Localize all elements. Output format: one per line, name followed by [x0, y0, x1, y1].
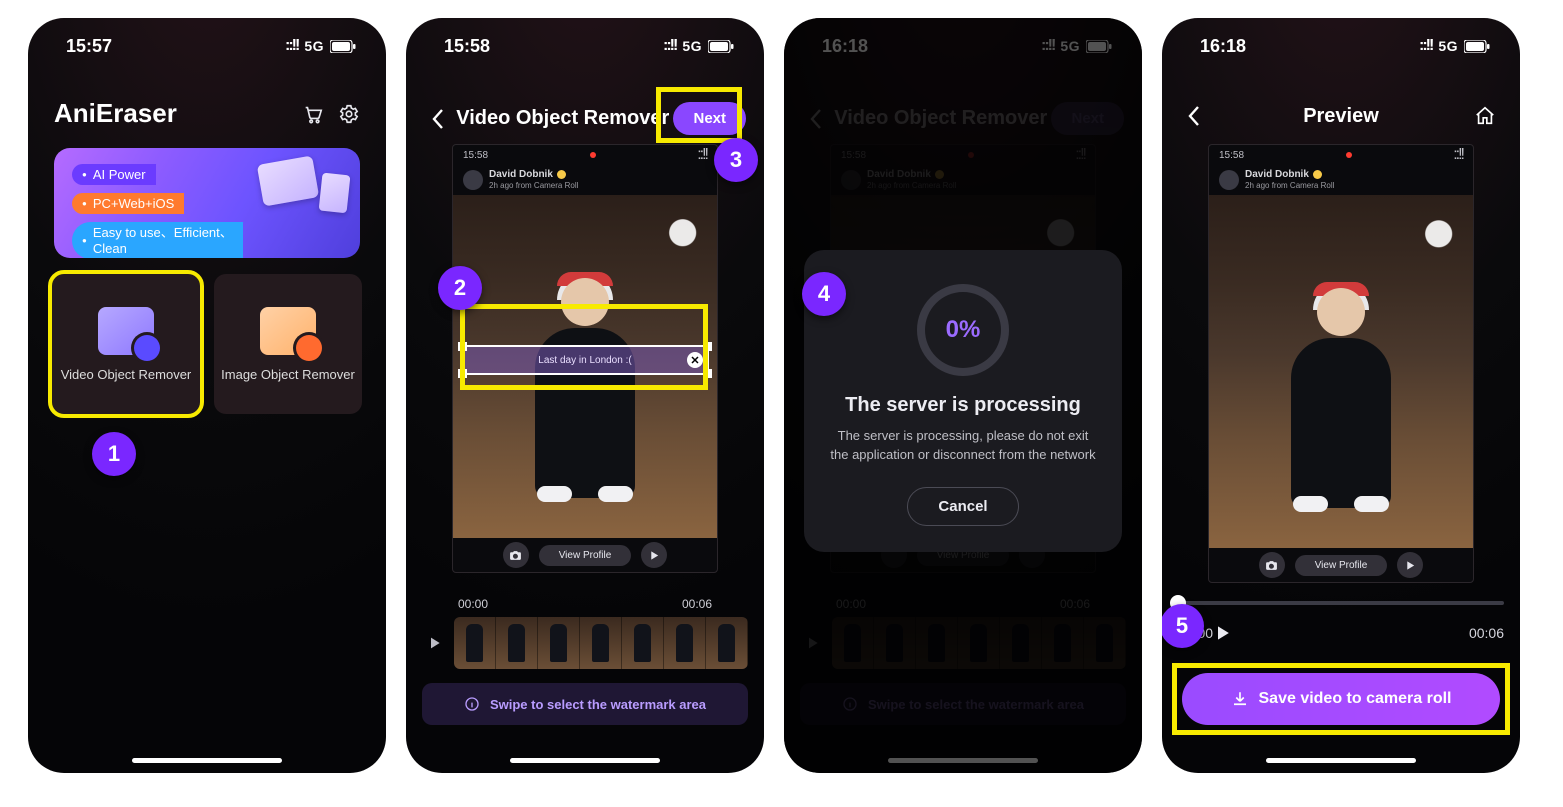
- signal-icon: ::!!: [285, 37, 298, 55]
- processing-modal: 0% The server is processing The server i…: [804, 250, 1122, 552]
- network-label: 5G: [304, 38, 324, 54]
- progress-ring: 0%: [917, 284, 1009, 376]
- tile-video-object-remover[interactable]: Video Object Remover: [52, 274, 200, 414]
- battery-icon: [1464, 40, 1490, 53]
- back-button[interactable]: [1180, 102, 1208, 130]
- watermark-caption: Last day in London :(: [538, 355, 631, 366]
- camera-icon[interactable]: [1259, 552, 1285, 578]
- time-end: 00:06: [682, 597, 712, 611]
- modal-body: The server is processing, please do not …: [830, 427, 1096, 465]
- page-title: Video Object Remover: [452, 107, 673, 130]
- play-button[interactable]: [1213, 623, 1469, 643]
- page-title: Preview: [1208, 105, 1474, 128]
- status-time: 15:58: [444, 36, 490, 57]
- download-icon: [1231, 690, 1249, 708]
- modal-title: The server is processing: [830, 394, 1096, 417]
- preview-controls: 00:00 00:06: [1178, 601, 1504, 643]
- timeline[interactable]: 00:00 00:06: [422, 597, 748, 669]
- video-canvas[interactable]: 15:58 ::!! David Dobnik 2h ago from Came…: [452, 144, 718, 573]
- avatar: [463, 170, 483, 190]
- share-icon[interactable]: [1397, 552, 1423, 578]
- poster-header: David Dobnik 2h ago from Camera Roll: [453, 165, 717, 195]
- battery-icon: [330, 40, 356, 53]
- timeline-frames[interactable]: [454, 617, 748, 669]
- app-title: AniEraser: [54, 98, 177, 129]
- status-time: 16:18: [1200, 36, 1246, 57]
- tile-image-label: Image Object Remover: [221, 367, 355, 382]
- network-label: 5G: [1438, 38, 1458, 54]
- promo-pill-1: AI Power: [72, 164, 156, 185]
- progress-percent: 0%: [946, 316, 981, 344]
- settings-icon[interactable]: [338, 103, 360, 125]
- poster-name: David Dobnik: [489, 169, 553, 180]
- verified-icon: [557, 170, 566, 179]
- screen-processing: 16:18 ::!! 5G Video Object Remover Next …: [784, 18, 1142, 773]
- step-badge-3: 3: [714, 138, 758, 182]
- cancel-button[interactable]: Cancel: [907, 487, 1018, 526]
- screen-preview: 16:18 ::!! 5G Preview 15:58::!! David Do…: [1162, 18, 1520, 773]
- step-badge-5: 5: [1162, 604, 1204, 648]
- status-bar: 15:57 ::!! 5G: [28, 18, 386, 74]
- step-badge-2: 2: [438, 266, 482, 310]
- hint-text: Swipe to select the watermark area: [490, 697, 706, 712]
- status-bar: 15:58 ::!! 5G: [406, 18, 764, 74]
- status-time: 15:57: [66, 36, 112, 57]
- promo-pill-2: PC+Web+iOS: [72, 193, 184, 214]
- home-icon[interactable]: [1474, 105, 1502, 127]
- inner-signal-icon: ::!!: [697, 146, 707, 164]
- selection-close-icon[interactable]: ✕: [687, 352, 703, 368]
- share-icon[interactable]: [641, 542, 667, 568]
- tile-image-object-remover[interactable]: Image Object Remover: [214, 274, 362, 414]
- video-frame-preview: [525, 278, 645, 498]
- back-button[interactable]: [424, 105, 452, 133]
- video-frame-preview: [1281, 288, 1401, 508]
- timeline-play-icon[interactable]: [422, 630, 448, 656]
- poster-name: David Dobnik: [1245, 169, 1309, 180]
- hint-bar: Swipe to select the watermark area: [422, 683, 748, 725]
- save-label: Save video to camera roll: [1259, 690, 1452, 708]
- signal-icon: ::!!: [663, 37, 676, 55]
- poster-sub: 2h ago from Camera Roll: [489, 181, 578, 190]
- video-canvas[interactable]: 15:58::!! David Dobnik2h ago from Camera…: [1208, 144, 1474, 583]
- battery-icon: [708, 40, 734, 53]
- image-remover-icon: [260, 307, 316, 355]
- status-bar: 16:18 ::!! 5G: [1162, 18, 1520, 74]
- poster-sub: 2h ago from Camera Roll: [1245, 181, 1334, 190]
- poster-header: David Dobnik2h ago from Camera Roll: [1209, 165, 1473, 195]
- tile-video-label: Video Object Remover: [61, 367, 192, 382]
- avatar: [1219, 170, 1239, 190]
- screen-home: 15:57 ::!! 5G AniEraser AI Power PC+Web+…: [28, 18, 386, 773]
- home-indicator: [132, 758, 282, 763]
- record-dot-icon: [1346, 152, 1352, 158]
- network-label: 5G: [682, 38, 702, 54]
- time-end: 00:06: [1469, 625, 1504, 641]
- camera-icon[interactable]: [503, 542, 529, 568]
- info-icon: [464, 696, 480, 712]
- time-start: 00:00: [458, 597, 488, 611]
- cart-icon[interactable]: [302, 103, 324, 125]
- watermark-selection[interactable]: Last day in London :( ✕: [461, 345, 709, 375]
- view-profile-button[interactable]: View Profile: [539, 545, 632, 566]
- home-indicator: [1266, 758, 1416, 763]
- record-dot-icon: [590, 152, 596, 158]
- signal-icon: ::!!: [1419, 37, 1432, 55]
- verified-icon: [1313, 170, 1322, 179]
- scrubber[interactable]: [1178, 601, 1504, 605]
- inner-status-time: 15:58: [1219, 150, 1244, 161]
- screen-editor: 15:58 ::!! 5G Video Object Remover Next …: [406, 18, 764, 773]
- next-button[interactable]: Next: [673, 102, 746, 135]
- step-badge-1: 1: [92, 432, 136, 476]
- inner-status-time: 15:58: [463, 150, 488, 161]
- video-remover-icon: [98, 307, 154, 355]
- promo-banner[interactable]: AI Power PC+Web+iOS Easy to use、Efficien…: [54, 148, 360, 258]
- promo-pill-3: Easy to use、Efficient、 Clean: [72, 222, 243, 258]
- step-badge-4: 4: [802, 272, 846, 316]
- save-button[interactable]: Save video to camera roll: [1182, 673, 1500, 725]
- view-profile-button[interactable]: View Profile: [1295, 555, 1388, 576]
- home-indicator: [510, 758, 660, 763]
